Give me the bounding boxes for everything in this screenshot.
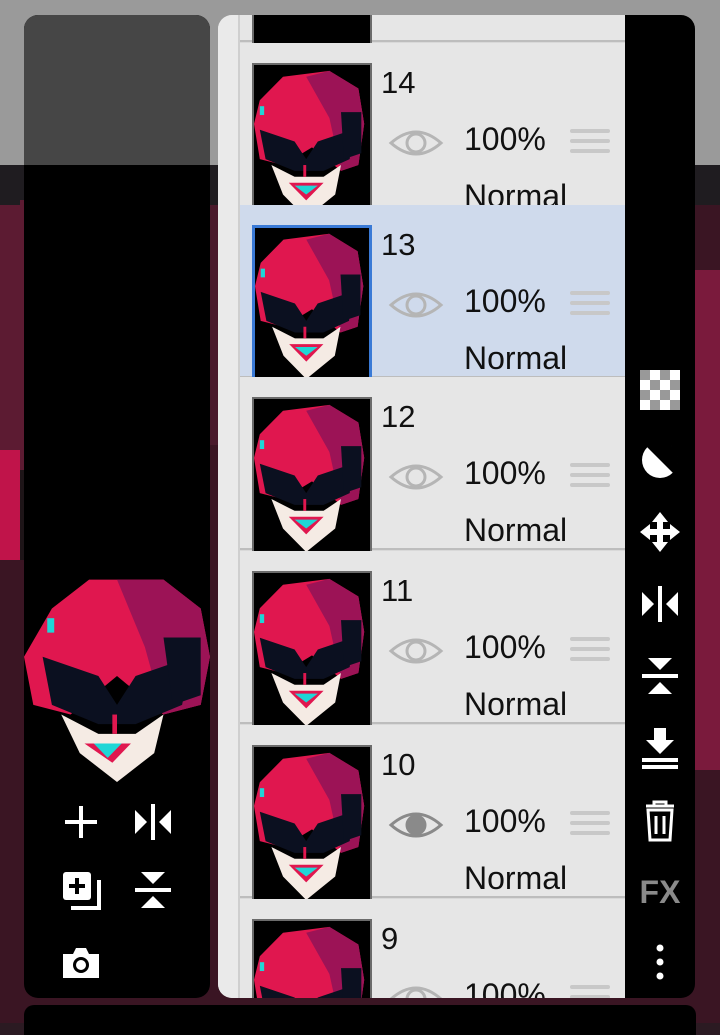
layer-name: 13 [381, 227, 416, 262]
merge-down-button[interactable] [635, 723, 685, 773]
more-options-button[interactable] [635, 937, 685, 987]
layer-row[interactable]: 12 100% Normal [240, 377, 625, 554]
layer-name: 10 [381, 747, 416, 782]
flip-vertical-button[interactable] [128, 865, 178, 915]
layer-row-partial[interactable] [240, 15, 625, 46]
drag-handle-icon[interactable] [570, 463, 610, 493]
visibility-eye-icon[interactable] [388, 805, 444, 845]
merge-down-icon [642, 728, 678, 769]
contrast-button[interactable] [635, 435, 685, 485]
layer-name: 11 [381, 573, 414, 608]
thumbnail-art [255, 228, 369, 379]
drag-handle-icon[interactable] [570, 985, 610, 998]
drag-handle-icon[interactable] [570, 811, 610, 841]
layer-thumbnail[interactable] [252, 225, 372, 382]
flip-horizontal-icon [135, 804, 171, 840]
flip-horizontal-layer-button[interactable] [635, 579, 685, 629]
layer-row[interactable]: 9 100% Normal [240, 899, 625, 998]
flip-vertical-icon [135, 872, 171, 908]
layer-opacity[interactable]: 100% [464, 283, 546, 320]
flip-horizontal-button[interactable] [128, 797, 178, 847]
move-icon [640, 512, 680, 552]
more-icon [656, 944, 664, 980]
preview-pixel-art [24, 570, 210, 782]
layer-opacity[interactable]: 100% [464, 455, 546, 492]
visibility-eye-icon[interactable] [388, 979, 444, 998]
move-button[interactable] [635, 507, 685, 557]
layer-thumbnail[interactable] [252, 63, 372, 220]
thumbnail-art [254, 65, 370, 218]
layer-blend-mode[interactable]: Normal [464, 860, 567, 897]
thumbnail-art [254, 747, 370, 900]
visibility-eye-icon[interactable] [388, 457, 444, 497]
layer-name: 12 [381, 399, 416, 434]
flip-vertical-icon [642, 658, 678, 694]
bottom-bar [24, 1005, 696, 1035]
camera-button[interactable] [56, 937, 106, 987]
visibility-eye-icon[interactable] [388, 285, 444, 325]
layer-opacity[interactable]: 100% [464, 629, 546, 666]
layer-blend-mode[interactable]: Normal [464, 512, 567, 549]
add-layer-icon [65, 806, 97, 838]
layers-panel-spine [218, 15, 240, 998]
right-toolbar: FX [625, 15, 695, 998]
visibility-eye-icon[interactable] [388, 123, 444, 163]
layer-blend-mode[interactable]: Normal [464, 340, 567, 377]
layer-thumbnail[interactable] [252, 919, 372, 998]
duplicate-layer-button[interactable] [56, 865, 106, 915]
thumbnail-art [254, 573, 370, 726]
layer-thumbnail[interactable] [252, 745, 372, 902]
trash-icon [646, 800, 674, 842]
layer-thumbnail[interactable] [252, 397, 372, 554]
layer-row[interactable]: 11 100% Normal [240, 551, 625, 728]
transparency-checker-icon [640, 370, 680, 410]
delete-layer-button[interactable] [635, 795, 685, 845]
camera-icon [63, 948, 99, 978]
layer-name: 14 [381, 65, 416, 100]
canvas-pixel-block [0, 450, 20, 570]
fx-label: FX [639, 873, 681, 910]
reference-area [24, 15, 210, 165]
flip-horizontal-icon [642, 586, 678, 622]
transparency-button[interactable] [635, 365, 685, 415]
canvas-pixel-block [0, 165, 20, 205]
layer-thumbnail[interactable] [252, 571, 372, 728]
drag-handle-icon[interactable] [570, 291, 610, 321]
visibility-eye-icon[interactable] [388, 631, 444, 671]
layer-opacity[interactable]: 100% [464, 977, 546, 998]
fx-button[interactable]: FX [635, 867, 685, 917]
drag-handle-icon[interactable] [570, 129, 610, 159]
duplicate-layer-icon [63, 872, 101, 910]
thumbnail-art [254, 921, 370, 998]
layer-row[interactable]: 14 100% Normal [240, 43, 625, 220]
add-layer-button[interactable] [56, 797, 106, 847]
layer-name: 9 [381, 921, 399, 956]
drag-handle-icon[interactable] [570, 637, 610, 667]
layer-row[interactable]: 10 100% Normal [240, 725, 625, 902]
layer-opacity[interactable]: 100% [464, 803, 546, 840]
flip-vertical-layer-button[interactable] [635, 651, 685, 701]
left-tool-panel [24, 15, 210, 998]
thumbnail-art [254, 399, 370, 552]
layers-panel: 14 100% Normal 13 100% Normal 12 100% No… [218, 15, 625, 998]
layer-opacity[interactable]: 100% [464, 121, 546, 158]
layer-thumbnail [252, 15, 372, 46]
layer-blend-mode[interactable]: Normal [464, 686, 567, 723]
layer-preview [24, 570, 210, 782]
layer-row[interactable]: 13 100% Normal [240, 205, 625, 382]
contrast-icon [642, 441, 679, 478]
